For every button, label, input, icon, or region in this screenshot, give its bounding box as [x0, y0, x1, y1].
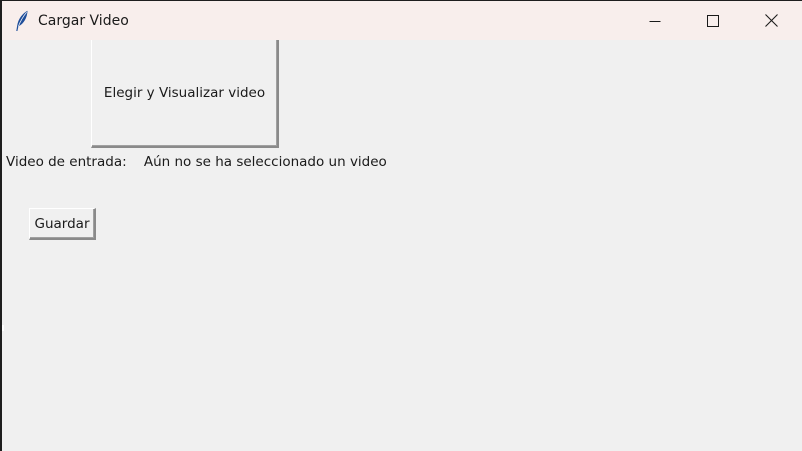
close-button[interactable] — [748, 1, 794, 40]
close-icon — [764, 14, 778, 27]
window-edge-mark — [2, 325, 4, 331]
maximize-button[interactable] — [690, 1, 736, 40]
maximize-icon — [707, 14, 719, 27]
input-video-label: Video de entrada: — [6, 154, 127, 170]
app-window: Cargar Video Elegir y Visualizar video V… — [0, 0, 802, 451]
minimize-button[interactable] — [632, 1, 678, 40]
client-area: Elegir y Visualizar video Video de entra… — [2, 40, 802, 451]
window-title: Cargar Video — [38, 13, 129, 29]
minimize-icon — [649, 20, 661, 22]
choose-video-button[interactable]: Elegir y Visualizar video — [91, 40, 279, 148]
feather-icon — [15, 10, 29, 32]
input-video-spacer — [131, 154, 140, 170]
input-video-status: Aún no se ha seleccionado un video — [143, 154, 387, 170]
title-bar[interactable]: Cargar Video — [2, 1, 802, 40]
input-video-row: Video de entrada: Aún no se ha seleccion… — [6, 152, 387, 172]
save-button[interactable]: Guardar — [29, 208, 96, 240]
